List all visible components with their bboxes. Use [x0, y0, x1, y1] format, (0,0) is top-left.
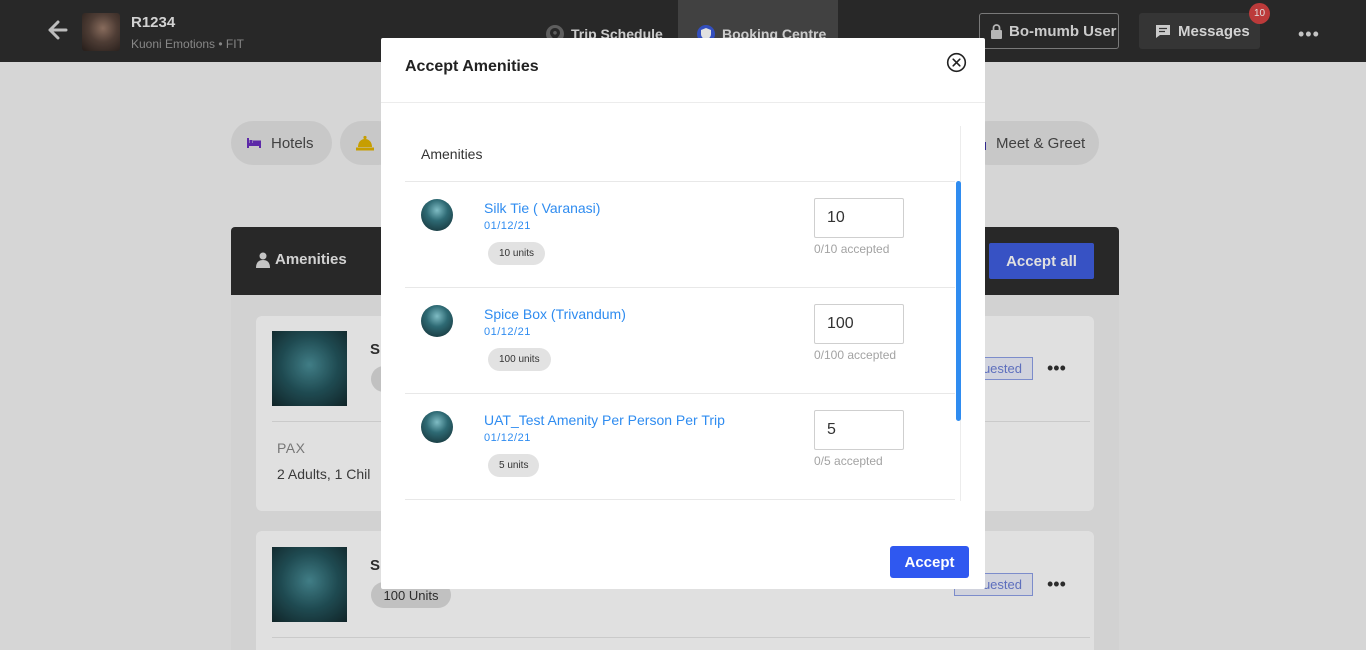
accepted-count: 0/100 accepted: [814, 348, 897, 362]
amenity-units-badge: 100 units: [488, 348, 551, 371]
list-item: UAT_Test Amenity Per Person Per Trip 01/…: [405, 394, 955, 500]
quantity-input[interactable]: [814, 198, 904, 238]
quantity-input[interactable]: [814, 304, 904, 344]
amenity-date: 01/12/21: [484, 326, 531, 338]
close-icon[interactable]: [946, 52, 967, 73]
amenities-list[interactable]: Amenities Silk Tie ( Varanasi) 01/12/21 …: [405, 126, 961, 501]
list-heading: Amenities: [421, 146, 483, 162]
accept-amenities-modal: Accept Amenities Amenities Silk Tie ( Va…: [381, 38, 985, 589]
list-scrollbar[interactable]: [956, 181, 961, 421]
amenity-avatar: [421, 411, 453, 443]
modal-title: Accept Amenities: [405, 58, 539, 75]
amenity-date: 01/12/21: [484, 220, 531, 232]
accepted-count: 0/10 accepted: [814, 242, 890, 256]
amenity-name-link[interactable]: UAT_Test Amenity Per Person Per Trip: [484, 412, 725, 428]
amenity-avatar: [421, 199, 453, 231]
quantity-input[interactable]: [814, 410, 904, 450]
amenity-name-link[interactable]: Spice Box (Trivandum): [484, 306, 626, 322]
modal-divider: [381, 102, 985, 103]
amenity-units-badge: 10 units: [488, 242, 546, 265]
amenity-avatar: [421, 305, 453, 337]
amenity-date: 01/12/21: [484, 432, 531, 444]
amenity-units-badge: 5 units: [488, 454, 540, 477]
list-item: Spice Box (Trivandum) 01/12/21 100 units…: [405, 288, 955, 394]
list-item: Silk Tie ( Varanasi) 01/12/21 10 units 0…: [405, 182, 955, 288]
accept-button[interactable]: Accept: [890, 546, 969, 578]
accepted-count: 0/5 accepted: [814, 454, 883, 468]
amenity-name-link[interactable]: Silk Tie ( Varanasi): [484, 200, 600, 216]
